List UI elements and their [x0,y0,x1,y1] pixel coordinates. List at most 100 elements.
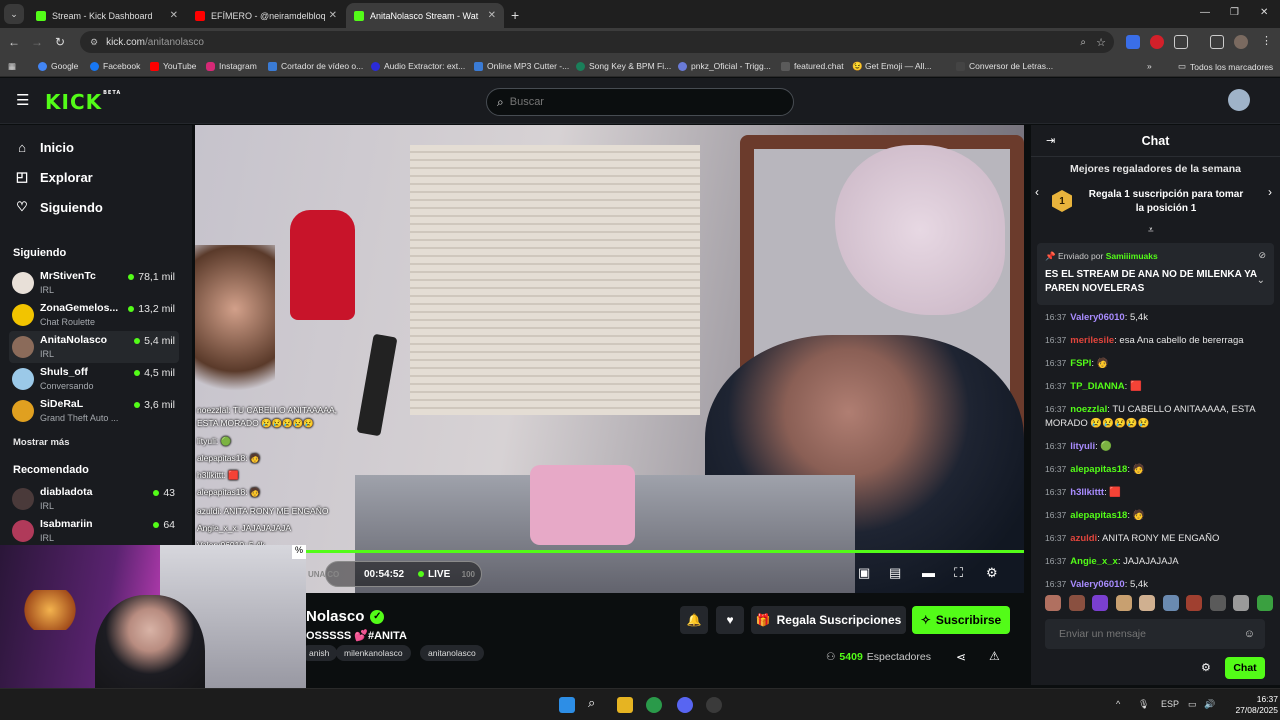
discord-icon[interactable] [677,697,693,713]
emote-icon[interactable] [1115,595,1132,611]
settings-gear-icon[interactable]: ⚙ [986,565,998,581]
bookmark-audio-extractor[interactable]: Audio Extractor: ext... [371,61,465,71]
emote-icon[interactable] [1092,595,1109,611]
chevron-left-icon[interactable]: ‹ [1035,185,1039,199]
channel-item[interactable]: Shuls_off Conversando 4,5 mil [9,363,179,395]
search-bar[interactable]: ⌕ [486,88,794,116]
bookmark-mp3-cutter[interactable]: Online MP3 Cutter -... [474,61,569,71]
user-avatar[interactable] [1228,89,1250,111]
message-username[interactable]: azuldi [1070,533,1097,544]
bookmarks-overflow-icon[interactable]: » [1147,61,1152,71]
menu-kebab-icon[interactable]: ⋮ [1261,34,1272,47]
windows-start-icon[interactable] [559,697,575,713]
emote-icon[interactable] [1068,595,1085,611]
apps-grid-icon[interactable]: ▦ [8,61,16,72]
bookmark-letras[interactable]: Conversor de Letras... [956,61,1053,71]
reload-icon[interactable]: ↻ [51,35,69,49]
message-username[interactable]: FSPI [1070,358,1091,369]
theater-icon[interactable]: ▤ [889,565,901,581]
profile-avatar-icon[interactable] [1234,35,1248,49]
bookmark-star-icon[interactable]: ☆ [1096,36,1106,49]
bookmarks-folder[interactable]: ▭ Todos los marcadores [1178,61,1273,72]
channel-item[interactable]: Isabmariin IRL 64 [9,515,179,547]
miniplayer-icon[interactable]: ▣ [858,565,870,581]
subscribe-button[interactable]: ✧ Suscribirse [912,606,1010,634]
expand-gifters-icon[interactable]: ⩡ [1148,225,1154,236]
bookmark-google[interactable]: Google [38,61,78,71]
nav-explorar[interactable]: ◰ Explorar [14,169,93,185]
extension-icon[interactable] [1126,35,1140,49]
network-icon[interactable]: ▭ [1188,699,1197,710]
chevron-right-icon[interactable]: › [1268,185,1272,199]
emote-icon[interactable] [1256,595,1273,611]
zoom-icon[interactable]: ⌕ [1080,37,1086,48]
system-clock[interactable]: 16:37 27/08/2025 [1232,694,1278,716]
tag[interactable]: milenkanolasco [336,645,411,661]
tray-overflow-icon[interactable]: ^ [1116,699,1120,709]
fullscreen-icon[interactable]: ⛶ [954,565,963,581]
share-icon[interactable]: ⋖ [956,650,966,664]
close-icon[interactable]: ✕ [488,10,496,21]
gift-subs-button[interactable]: 🎁 Regala Suscripciones [751,606,906,634]
bookmark-song-key[interactable]: Song Key & BPM Fi... [576,61,671,71]
follow-button[interactable]: ♥ [716,606,744,634]
back-icon[interactable]: ← [5,35,23,49]
channel-item[interactable]: MrStivenTc IRL 78,1 mil [9,267,179,299]
tab-anitanolasco[interactable]: AnitaNolasco Stream - Wat ✕ [346,3,504,28]
channel-item-selected[interactable]: AnitaNolasco IRL 5,4 mil [9,331,179,363]
search-icon[interactable]: ⌕ [588,695,604,711]
tab-kick-dashboard[interactable]: Stream - Kick Dashboard ✕ [28,3,186,28]
new-tab-button[interactable]: + [511,7,519,23]
chat-send-button[interactable]: Chat [1225,657,1265,679]
bookmark-video-cutter[interactable]: Cortador de vídeo o... [268,61,363,71]
emote-icon[interactable] [1045,595,1061,611]
url-field[interactable]: ⚙ kick.com/anitanolasco ⌕ ☆ [80,31,1114,53]
extension-icon[interactable] [1150,35,1164,49]
show-more-link[interactable]: Mostrar más [13,437,70,448]
bookmark-featured-chat[interactable]: featured.chat [781,61,844,71]
search-input[interactable] [509,96,770,108]
site-info-icon[interactable]: ⚙ [90,37,98,48]
file-explorer-icon[interactable] [617,697,633,713]
emote-icon[interactable] [1233,595,1250,611]
hamburger-menu-icon[interactable]: ☰ [16,91,29,109]
minimize-icon[interactable]: — [1200,7,1210,18]
report-warning-icon[interactable]: ⚠ [989,649,1000,663]
close-icon[interactable]: ✕ [329,10,337,21]
message-username[interactable]: h3llkittt [1070,487,1104,498]
tag[interactable]: anish [301,645,338,661]
close-window-icon[interactable]: ✕ [1260,7,1268,18]
message-username[interactable]: TP_DIANNA [1070,381,1124,392]
emote-icon[interactable] [1186,595,1203,611]
message-username[interactable]: Valery06010 [1070,312,1124,323]
channel-item[interactable]: SiDeRaL Grand Theft Auto ... 3,6 mil [9,395,179,427]
message-username[interactable]: alepapitas18 [1070,510,1127,521]
emote-icon[interactable] [1162,595,1179,611]
emote-icon[interactable] [1209,595,1226,611]
message-username[interactable]: Valery06010 [1070,579,1124,590]
message-username[interactable]: lityuli [1070,441,1095,452]
unpin-icon[interactable]: ⊘ [1258,250,1266,261]
chat-input[interactable] [1059,628,1229,640]
kick-logo[interactable]: KICKBETA [45,90,121,114]
channel-title[interactable]: Nolasco ✓ [306,608,385,625]
close-icon[interactable]: ✕ [170,10,178,21]
channel-item[interactable]: ZonaGemelos... Chat Roulette 13,2 mil [9,299,179,331]
emote-icon[interactable] [1139,595,1156,611]
channel-item[interactable]: diabladota IRL 43 [9,483,179,515]
bookmark-youtube[interactable]: YouTube [150,61,196,71]
chat-settings-gear-icon[interactable]: ⚙ [1201,661,1211,674]
emoji-picker-icon[interactable]: ☺ [1244,628,1255,640]
forward-icon[interactable]: → [28,35,46,49]
clip-icon[interactable]: ▬ [922,565,935,580]
reading-list-icon[interactable] [1210,35,1224,49]
tab-youtube[interactable]: EFÍMERO - @neiramdelbloque ✕ [187,3,345,28]
microphone-icon[interactable]: 🎙 [1138,699,1149,710]
bookmark-facebook[interactable]: Facebook [90,61,140,71]
input-language[interactable]: ESP [1161,699,1179,709]
chrome-icon[interactable] [646,697,662,713]
obs-icon[interactable] [706,697,722,713]
tab-search-button[interactable]: ⌄ [4,4,24,24]
message-username[interactable]: Angie_x_x [1070,556,1118,567]
message-username[interactable]: noezzlal [1070,404,1107,415]
